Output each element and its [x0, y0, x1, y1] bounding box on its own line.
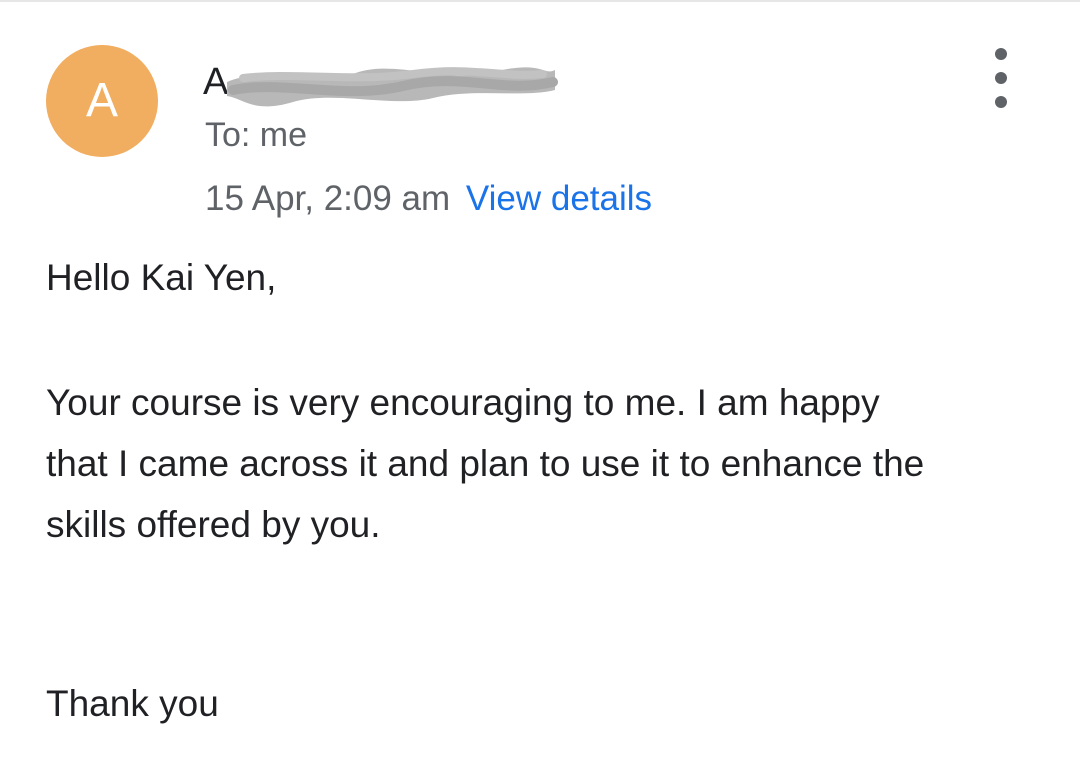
date-row: 15 Apr, 2:09 am View details	[205, 176, 652, 222]
top-divider	[0, 0, 1080, 2]
more-vert-icon-dot	[995, 72, 1007, 84]
sender-name-row[interactable]: A	[203, 60, 563, 108]
avatar-letter: A	[85, 74, 118, 127]
more-vert-icon-dot	[995, 96, 1007, 108]
redaction-scribble	[227, 67, 558, 107]
message-greeting: Hello Kai Yen,	[46, 257, 277, 298]
more-vert-icon	[995, 48, 1007, 60]
message-paragraph: Your course is very encouraging to me. I…	[46, 382, 925, 545]
sender-avatar[interactable]: A	[46, 45, 158, 157]
message-closing: Thank you	[46, 683, 219, 724]
view-details-link[interactable]: View details	[466, 179, 652, 218]
more-options-button[interactable]	[978, 48, 1024, 108]
recipient-line: To: me	[205, 116, 308, 154]
message-date: 15 Apr, 2:09 am	[205, 179, 451, 218]
